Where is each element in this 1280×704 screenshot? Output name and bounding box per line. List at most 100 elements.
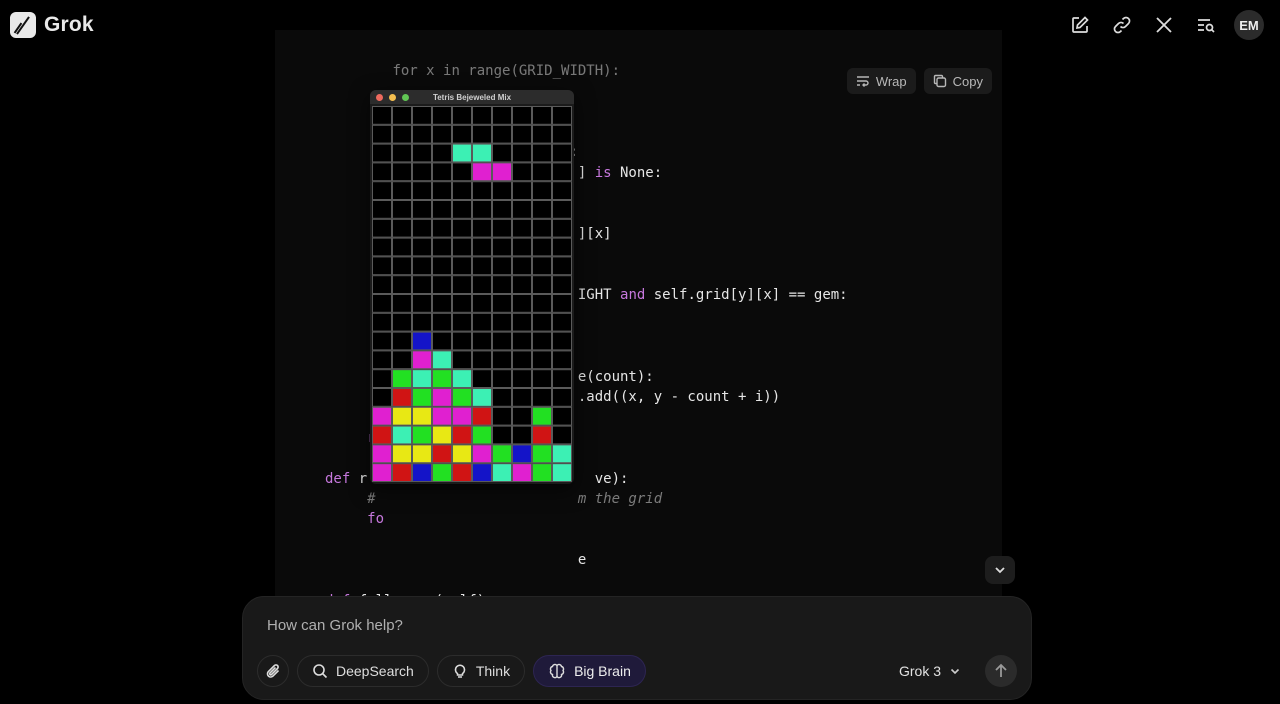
empty-cell bbox=[472, 294, 492, 313]
empty-cell bbox=[472, 331, 492, 351]
empty-cell bbox=[392, 312, 412, 332]
gem-cell bbox=[532, 444, 552, 464]
empty-cell bbox=[472, 237, 492, 257]
gem-cell bbox=[472, 406, 492, 426]
gem-cell bbox=[372, 425, 392, 445]
empty-cell bbox=[412, 143, 432, 163]
empty-cell bbox=[532, 237, 552, 257]
empty-cell bbox=[392, 294, 412, 313]
send-button[interactable] bbox=[985, 655, 1017, 687]
empty-cell bbox=[392, 200, 412, 219]
search-icon bbox=[313, 664, 328, 679]
empty-cell bbox=[492, 218, 512, 238]
paperclip-icon bbox=[266, 664, 280, 678]
empty-cell bbox=[452, 162, 472, 182]
empty-cell bbox=[532, 162, 552, 182]
x-button[interactable] bbox=[1150, 11, 1178, 39]
empty-cell bbox=[532, 388, 552, 407]
share-link-button[interactable] bbox=[1108, 11, 1136, 39]
empty-cell bbox=[512, 275, 532, 294]
top-actions: EM bbox=[1066, 10, 1264, 40]
empty-cell bbox=[472, 218, 492, 238]
empty-cell bbox=[492, 312, 512, 332]
empty-cell bbox=[472, 350, 492, 370]
code-line: fo bbox=[325, 509, 982, 529]
empty-cell bbox=[412, 237, 432, 257]
empty-cell bbox=[512, 312, 532, 332]
think-label: Think bbox=[475, 663, 511, 679]
empty-cell bbox=[512, 218, 532, 238]
empty-cell bbox=[372, 162, 392, 182]
prompt-input[interactable] bbox=[267, 617, 987, 634]
empty-cell bbox=[412, 218, 432, 238]
gem-cell bbox=[452, 444, 472, 464]
empty-cell bbox=[492, 425, 512, 445]
empty-cell bbox=[552, 388, 572, 407]
gem-cell bbox=[392, 444, 412, 464]
empty-cell bbox=[552, 218, 572, 238]
attach-button[interactable] bbox=[257, 655, 289, 687]
app-name: Grok bbox=[44, 13, 94, 36]
new-chat-button[interactable] bbox=[1066, 11, 1094, 39]
deepsearch-label: DeepSearch bbox=[336, 663, 414, 679]
wrap-button[interactable]: Wrap bbox=[846, 68, 916, 94]
gem-cell bbox=[392, 388, 412, 407]
empty-cell bbox=[532, 218, 552, 238]
deepsearch-button[interactable]: DeepSearch bbox=[297, 655, 429, 687]
edit-icon bbox=[1072, 16, 1089, 33]
gem-cell bbox=[432, 388, 452, 407]
arrow-up-icon bbox=[995, 663, 1007, 677]
gem-cell bbox=[512, 444, 532, 464]
game-board[interactable] bbox=[372, 106, 572, 482]
gem-cell bbox=[412, 406, 432, 426]
gem-cell bbox=[392, 406, 412, 426]
window-titlebar[interactable]: Tetris Bejeweled Mix bbox=[370, 90, 574, 104]
think-button[interactable]: Think bbox=[436, 655, 526, 687]
game-window[interactable]: Tetris Bejeweled Mix bbox=[370, 90, 574, 484]
empty-cell bbox=[412, 124, 432, 144]
empty-cell bbox=[392, 106, 412, 125]
gem-cell bbox=[472, 388, 492, 407]
empty-cell bbox=[472, 275, 492, 294]
empty-cell bbox=[552, 200, 572, 219]
copy-button[interactable]: Copy bbox=[923, 68, 992, 94]
gem-cell bbox=[372, 463, 392, 482]
scroll-down-button[interactable] bbox=[985, 556, 1015, 584]
empty-cell bbox=[512, 256, 532, 276]
empty-cell bbox=[372, 237, 392, 257]
empty-cell bbox=[512, 200, 532, 219]
wrap-label: Wrap bbox=[875, 73, 907, 89]
empty-cell bbox=[412, 200, 432, 219]
empty-cell bbox=[412, 256, 432, 276]
empty-cell bbox=[452, 200, 472, 219]
code-token: self.grid[y][x] == gem: bbox=[645, 287, 848, 304]
empty-cell bbox=[512, 162, 532, 182]
empty-cell bbox=[472, 181, 492, 200]
gem-cell bbox=[512, 463, 532, 482]
gem-cell bbox=[412, 369, 432, 389]
history-button[interactable] bbox=[1192, 11, 1220, 39]
empty-cell bbox=[372, 106, 392, 125]
empty-cell bbox=[532, 294, 552, 313]
empty-cell bbox=[452, 237, 472, 257]
gem-cell bbox=[432, 406, 452, 426]
model-selector[interactable]: Grok 3 bbox=[899, 663, 961, 679]
empty-cell bbox=[492, 275, 512, 294]
empty-cell bbox=[432, 124, 452, 144]
empty-cell bbox=[452, 218, 472, 238]
empty-cell bbox=[412, 294, 432, 313]
big-brain-button[interactable]: Big Brain bbox=[533, 655, 646, 687]
empty-cell bbox=[532, 106, 552, 125]
history-search-icon bbox=[1198, 19, 1215, 33]
empty-cell bbox=[512, 294, 532, 313]
empty-cell bbox=[432, 106, 452, 125]
empty-cell bbox=[452, 331, 472, 351]
avatar[interactable]: EM bbox=[1234, 10, 1264, 40]
empty-cell bbox=[552, 106, 572, 125]
empty-cell bbox=[432, 294, 452, 313]
empty-cell bbox=[452, 350, 472, 370]
chevron-down-icon bbox=[995, 567, 1005, 574]
code-token: e bbox=[325, 552, 587, 569]
grok-logo[interactable]: Grok bbox=[10, 12, 94, 38]
